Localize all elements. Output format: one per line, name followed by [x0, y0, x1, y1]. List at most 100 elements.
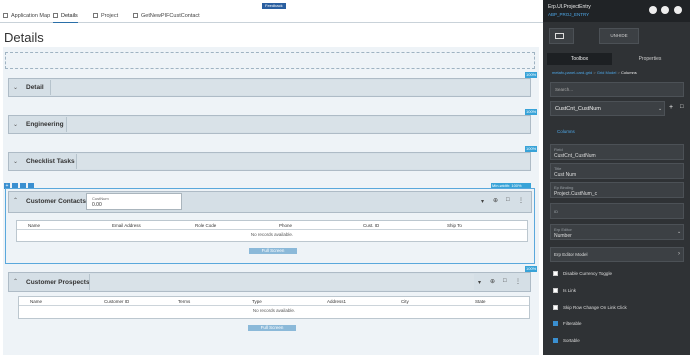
column-header[interactable]: Name — [28, 223, 40, 228]
row-label: Erp Editor Model — [554, 252, 588, 257]
app-subtitle: ABP_PROJ_ENTRY — [548, 12, 590, 17]
column-header[interactable]: Customer ID — [104, 299, 129, 304]
checkbox-label: Is Link — [563, 288, 577, 293]
save-icon[interactable]: □ — [506, 197, 510, 203]
tab-label: Details — [61, 13, 78, 19]
full-screen-button[interactable]: Full Screen — [249, 248, 297, 254]
tab-properties[interactable]: Properties — [614, 53, 686, 65]
editor-select[interactable]: Erp Editor Number ⌄ — [550, 224, 684, 240]
chevron-down-icon: ⌄ — [677, 229, 682, 235]
add-icon[interactable]: + — [669, 104, 673, 111]
column-header[interactable]: State — [475, 299, 486, 304]
chevron-down-icon: ⌄ — [658, 106, 663, 112]
panel-header-slot — [66, 117, 530, 132]
add-row-icon[interactable]: ⊕ — [493, 197, 498, 204]
section-title[interactable]: Columns — [557, 129, 575, 134]
field-label: Title — [554, 166, 562, 171]
column-header[interactable]: Address1 — [327, 299, 346, 304]
tab-toolbox[interactable]: Toolbox — [547, 53, 612, 65]
checkbox-row[interactable]: Is Link — [553, 287, 683, 295]
delete-icon[interactable]: □ — [680, 104, 684, 110]
panel-engineering[interactable]: ⌄ Engineering — [8, 115, 531, 134]
chevron-down-icon[interactable]: ⌄ — [13, 158, 18, 165]
tab-details[interactable]: Details — [53, 10, 78, 23]
column-header[interactable]: Phone — [279, 223, 292, 228]
column-header[interactable]: Email Address — [112, 223, 141, 228]
column-header[interactable]: Ship To — [447, 223, 462, 228]
column-header[interactable]: Cust. ID — [363, 223, 379, 228]
panel-customer-prospects[interactable]: ⌃ Customer Prospects ▾ ⊕ □ ⋮ Name Custom… — [8, 272, 531, 337]
field-label: Ep Binding — [554, 185, 574, 190]
tab-project[interactable]: Project — [93, 10, 118, 23]
column-header[interactable]: City — [401, 299, 409, 304]
column-header[interactable]: Role Code — [195, 223, 216, 228]
panel-title: Checklist Tasks — [26, 158, 75, 165]
search-input[interactable]: Search... — [550, 82, 684, 97]
checkbox-checked[interactable] — [553, 338, 558, 343]
chevron-down-icon[interactable]: ⌄ — [13, 121, 18, 128]
empty-drop-zone[interactable] — [5, 52, 535, 69]
page-icon — [53, 13, 58, 19]
unhide-button[interactable]: UNHIDE — [599, 28, 639, 44]
tab-getnewpifcustcontact[interactable]: GetNewPIFCustContact — [133, 10, 200, 23]
chevron-up-icon[interactable]: ⌃ — [13, 197, 18, 204]
panel-customer-contacts[interactable]: ⌃ Customer Contacts CustNum 0.00 ▾ ⊕ □ ⋮… — [5, 188, 535, 264]
empty-message: No records available. — [250, 232, 294, 237]
binding-field[interactable]: Ep Binding Project.CustNum_c — [550, 182, 684, 198]
more-icon[interactable]: ⋮ — [515, 278, 521, 285]
custnum-field[interactable]: CustNum 0.00 — [86, 193, 182, 210]
chevron-down-icon[interactable]: ⌄ — [13, 84, 18, 91]
empty-message: No records available. — [252, 308, 296, 313]
field-value: Project.CustNum_c — [554, 191, 598, 197]
checkbox-label: Sortable — [563, 338, 580, 343]
add-row-icon[interactable]: ⊕ — [490, 278, 495, 285]
save-icon[interactable]: □ — [503, 278, 507, 284]
id-field[interactable]: ID — [550, 203, 684, 219]
filter-icon[interactable]: ▾ — [478, 279, 481, 286]
chevron-up-icon[interactable]: ⌃ — [13, 278, 18, 285]
filter-icon[interactable]: ▾ — [481, 198, 484, 205]
checkbox-row[interactable]: Disable Currency Toggle — [553, 270, 683, 278]
prospects-grid: Name Customer ID Terms Type Address1 Cit… — [18, 296, 530, 319]
map-icon — [3, 13, 8, 19]
field-label: ID — [554, 209, 558, 214]
tab-application-map[interactable]: Application Map — [3, 10, 50, 23]
panel-detail[interactable]: ⌄ Detail — [8, 78, 531, 97]
checkbox-row[interactable]: Filterable — [553, 320, 683, 328]
panel-title: Customer Prospects — [26, 279, 90, 286]
breadcrumb-link[interactable]: Grid Model — [597, 70, 617, 75]
full-screen-button[interactable]: Full Screen — [248, 325, 296, 331]
breadcrumb-link[interactable]: metafx-panel-card-grid — [552, 70, 592, 75]
checkbox[interactable] — [553, 271, 558, 276]
checkbox-row[interactable]: Skip Row Change On Link Click — [553, 304, 683, 312]
contacts-grid: Name Email Address Role Code Phone Cust.… — [16, 220, 528, 242]
column-header[interactable]: Type — [252, 299, 262, 304]
checkbox-checked[interactable] — [553, 321, 558, 326]
checkbox-label: Disable Currency Toggle — [563, 271, 612, 276]
app-header: Erp.UI.ProjectEntry ABP_PROJ_ENTRY — [543, 0, 690, 22]
checkbox[interactable] — [553, 305, 558, 310]
grid-header: Name Email Address Role Code Phone Cust.… — [17, 221, 527, 230]
play-icon[interactable] — [649, 6, 657, 14]
title-field[interactable]: Title Cust Num — [550, 163, 684, 179]
panel-checklist-tasks[interactable]: ⌄ Checklist Tasks — [8, 152, 531, 171]
checkbox-row[interactable]: Sortable — [553, 337, 683, 345]
column-select[interactable]: CustCnt_CustNum ⌄ — [550, 101, 665, 116]
laptop-icon — [555, 33, 564, 39]
app-title: Erp.UI.ProjectEntry — [548, 4, 591, 10]
grid-header: Name Customer ID Terms Type Address1 Cit… — [19, 297, 529, 306]
panel-title: Detail — [26, 84, 44, 91]
editor-model-row[interactable]: Erp Editor Model › — [550, 247, 684, 262]
panel-header: ⌃ Customer Contacts CustNum 0.00 ▾ ⊕ □ ⋮ — [8, 191, 532, 213]
preview-icon[interactable] — [661, 6, 669, 14]
field-field[interactable]: Field CustCnt_CustNum — [550, 144, 684, 160]
feedback-button[interactable]: Feedback — [262, 3, 286, 9]
menu-icon[interactable] — [674, 6, 682, 14]
more-icon[interactable]: ⋮ — [518, 197, 524, 204]
column-header[interactable]: Terms — [178, 299, 190, 304]
device-select[interactable] — [549, 28, 574, 44]
field-label: CustNum — [92, 196, 109, 201]
column-header[interactable]: Name — [30, 299, 42, 304]
checkbox[interactable] — [553, 288, 558, 293]
design-canvas: 100% ⌄ Detail 100% ⌄ Engineering 100% ⌄ … — [3, 47, 539, 355]
